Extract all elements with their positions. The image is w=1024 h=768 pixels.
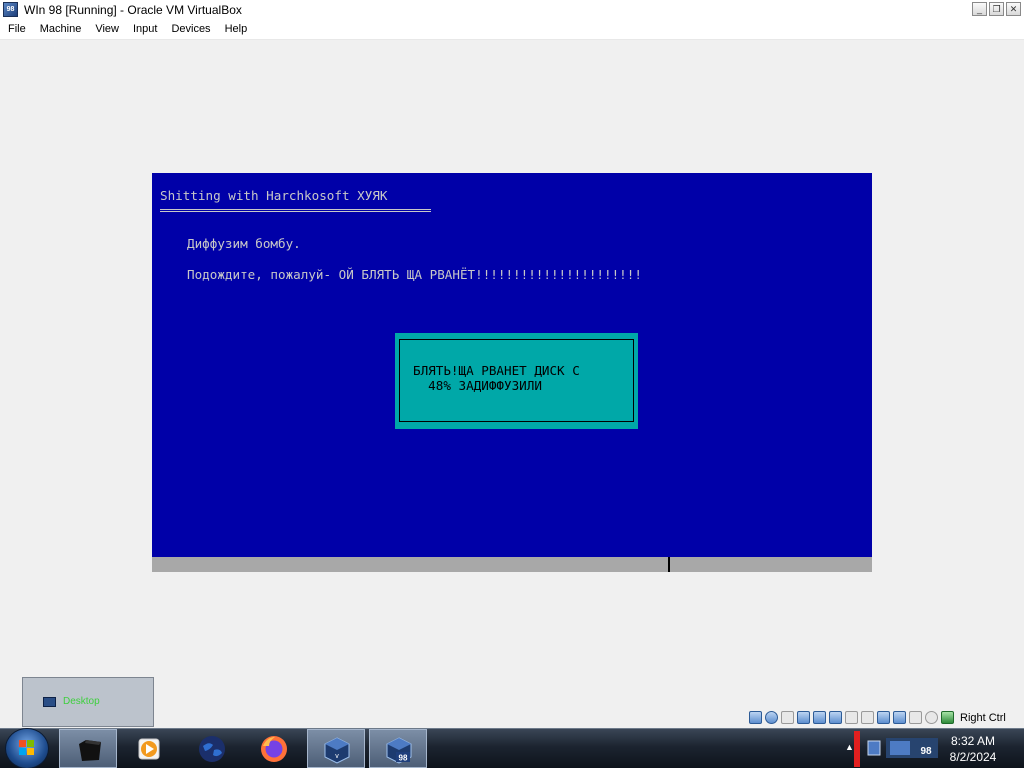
firefox-icon	[261, 736, 287, 762]
guest-line-1: Диффузим бомбу.	[187, 236, 301, 251]
taskbar-media-player[interactable]	[120, 729, 178, 768]
menu-machine[interactable]: Machine	[33, 20, 89, 39]
tray-highlight	[854, 731, 860, 767]
video-capture-icon[interactable]	[877, 711, 890, 724]
guest-dialog: БЛЯТЬ!ЩА РВАНЕТ ДИСК С 48% ЗАДИФФУЗИЛИ	[395, 333, 638, 429]
menu-devices[interactable]: Devices	[164, 20, 217, 39]
tray-vm-icon[interactable]	[866, 737, 882, 759]
win98-badge: 98	[399, 754, 408, 763]
desktop-preview-label: Desktop	[63, 696, 100, 707]
guest-status-cursor	[668, 557, 670, 572]
clipboard-icon[interactable]	[893, 711, 906, 724]
hard-disk-icon[interactable]	[749, 711, 762, 724]
taskbar-win98-vm[interactable]: 98	[369, 729, 427, 768]
menu-file[interactable]: File	[0, 20, 33, 39]
guest-status-bar	[152, 557, 872, 572]
menu-input[interactable]: Input	[126, 20, 164, 39]
guest-line-2: Подождите, пожалуй- ОЙ БЛЯТЬ ЩА РВАНЁТ!!…	[187, 267, 642, 282]
clock-time: 8:32 AM	[950, 734, 996, 748]
menu-view[interactable]: View	[88, 20, 126, 39]
taskbar-terminal[interactable]	[59, 729, 117, 768]
close-button[interactable]: ✕	[1006, 2, 1021, 16]
tray-overflow-icon[interactable]: ▲	[845, 742, 854, 752]
vm-screen[interactable]: Shitting with Harchkosoft ХУЯК Диффузим …	[152, 173, 872, 557]
keyboard-icon[interactable]	[941, 711, 954, 724]
guest-title: Shitting with Harchkosoft ХУЯК	[160, 188, 388, 203]
clock-date: 8/2/2024	[949, 750, 997, 764]
shared-folders-icon[interactable]	[845, 711, 858, 724]
tray-win98-icon[interactable]: 98	[886, 737, 938, 759]
vbox-status-bar: Right Ctrl	[749, 709, 1006, 726]
taskbar-virtualbox[interactable]: v	[307, 729, 365, 768]
host-key-label: Right Ctrl	[960, 711, 1006, 724]
dialog-line-2: 48% ЗАДИФФУЗИЛИ	[413, 378, 542, 393]
clock[interactable]: 8:32 AM 8/2/2024	[940, 733, 1006, 765]
audio-icon[interactable]	[797, 711, 810, 724]
usb-icon[interactable]	[829, 711, 842, 724]
svg-text:v: v	[335, 753, 339, 760]
window-titlebar[interactable]: 98 WIn 98 [Running] - Oracle VM VirtualB…	[0, 0, 1024, 21]
tray-win98-badge: 98	[920, 746, 932, 757]
display-icon[interactable]	[861, 711, 874, 724]
globe-icon	[199, 736, 225, 762]
taskbar-firefox[interactable]	[245, 729, 303, 768]
desktop-icon	[43, 697, 56, 707]
virtualbox-app-icon: 98	[3, 2, 18, 17]
restore-button[interactable]: ❐	[989, 2, 1004, 16]
cpu-icon[interactable]	[925, 711, 938, 724]
menu-help[interactable]: Help	[218, 20, 255, 39]
optical-drive-icon[interactable]	[765, 711, 778, 724]
window-controls: _ ❐ ✕	[972, 2, 1021, 16]
guest-title-underline	[160, 209, 431, 212]
media-player-icon	[138, 738, 160, 760]
menu-bar: File Machine View Input Devices Help	[0, 20, 1024, 40]
floppy-icon[interactable]	[781, 711, 794, 724]
start-button[interactable]	[6, 729, 48, 768]
network-icon[interactable]	[813, 711, 826, 724]
win98-vm-icon: 98	[386, 737, 412, 764]
desktop-preview[interactable]: Desktop	[22, 677, 154, 727]
window-title: WIn 98 [Running] - Oracle VM VirtualBox	[24, 3, 242, 17]
virtualbox-icon: v	[324, 737, 350, 764]
terminal-icon	[79, 740, 101, 761]
taskbar: v 98 ▲ 98 8:32 AM 8/2/2024	[0, 728, 1024, 768]
guest-dialog-text: БЛЯТЬ!ЩА РВАНЕТ ДИСК С 48% ЗАДИФФУЗИЛИ	[413, 363, 580, 393]
windows-logo-icon	[19, 740, 35, 756]
system-tray: ▲ 98	[842, 729, 952, 768]
minimize-button[interactable]: _	[972, 2, 987, 16]
dialog-line-1: БЛЯТЬ!ЩА РВАНЕТ ДИСК С	[413, 363, 580, 378]
taskbar-globe[interactable]	[183, 729, 241, 768]
mouse-integration-icon[interactable]	[909, 711, 922, 724]
